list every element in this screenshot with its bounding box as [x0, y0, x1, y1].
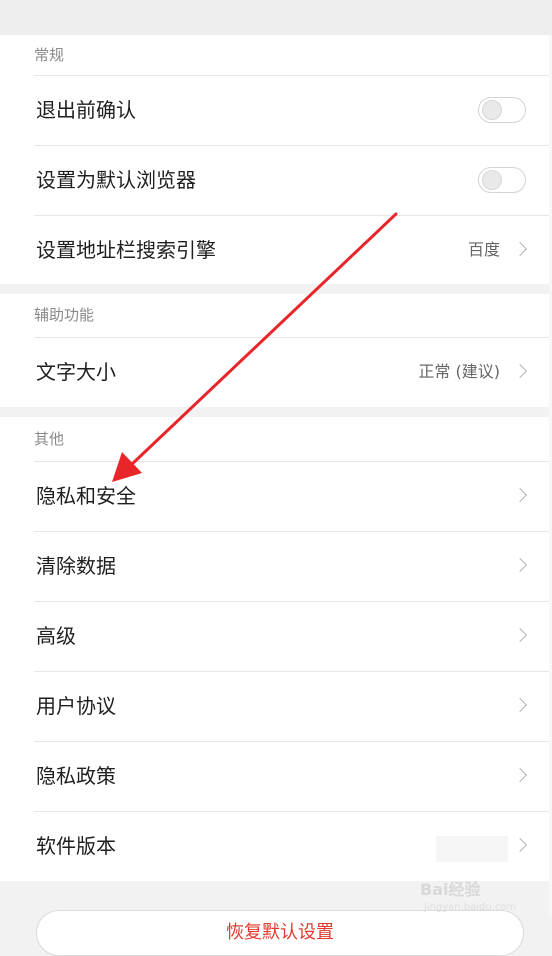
watermark-logo: Bai经验: [420, 880, 481, 899]
setting-row-privacy-policy[interactable]: 隐私政策: [0, 741, 552, 811]
chevron-right-icon: [512, 767, 528, 783]
watermark-url: jingyan.baidu.com: [424, 902, 517, 913]
setting-label: 高级: [36, 624, 76, 648]
chevron-right-icon: [512, 697, 528, 713]
setting-label: 用户协议: [36, 694, 116, 718]
chevron-right-icon: [512, 241, 528, 257]
setting-label: 退出前确认: [36, 98, 136, 122]
toggle-knob: [482, 100, 502, 120]
chevron-right-icon: [512, 557, 528, 573]
toggle-knob: [482, 170, 502, 190]
section-accessibility: 辅助功能 文字大小 正常 (建议): [0, 294, 552, 407]
section-general: 常规 退出前确认 设置为默认浏览器 设置地址栏搜索引擎 百度: [0, 35, 552, 284]
setting-row-privacy-security[interactable]: 隐私和安全: [0, 461, 552, 531]
default-browser-toggle[interactable]: [478, 167, 526, 193]
setting-label: 清除数据: [36, 554, 116, 578]
divider: [34, 601, 552, 602]
setting-label: 设置为默认浏览器: [36, 168, 196, 192]
section-header-accessibility: 辅助功能: [34, 306, 95, 324]
confirm-exit-toggle[interactable]: [478, 97, 526, 123]
setting-label: 隐私政策: [36, 764, 116, 788]
chevron-right-icon: [512, 627, 528, 643]
section-other: 其他 隐私和安全 清除数据 高级 用户协议 隐私政策 软件版本: [0, 417, 552, 881]
restore-defaults-button[interactable]: 恢复默认设置: [36, 910, 524, 956]
setting-row-confirm-exit[interactable]: 退出前确认: [0, 75, 552, 145]
setting-label: 设置地址栏搜索引擎: [36, 238, 216, 262]
chevron-right-icon: [512, 837, 528, 853]
setting-row-default-browser[interactable]: 设置为默认浏览器: [0, 145, 552, 215]
setting-row-text-size[interactable]: 文字大小 正常 (建议): [0, 337, 552, 407]
setting-label: 隐私和安全: [36, 484, 136, 508]
setting-row-clear-data[interactable]: 清除数据: [0, 531, 552, 601]
setting-label: 文字大小: [36, 360, 116, 384]
blurred-version-value: [436, 836, 508, 862]
text-size-value: 正常 (建议): [418, 362, 500, 381]
chevron-right-icon: [512, 363, 528, 379]
setting-row-advanced[interactable]: 高级: [0, 601, 552, 671]
setting-row-search-engine[interactable]: 设置地址栏搜索引擎 百度: [0, 215, 552, 285]
section-header-other: 其他: [34, 430, 65, 448]
section-header-general: 常规: [34, 46, 65, 64]
search-engine-value: 百度: [467, 240, 500, 259]
status-bar: [0, 0, 552, 35]
setting-label: 软件版本: [36, 834, 116, 858]
chevron-right-icon: [512, 487, 528, 503]
setting-row-user-agreement[interactable]: 用户协议: [0, 671, 552, 741]
